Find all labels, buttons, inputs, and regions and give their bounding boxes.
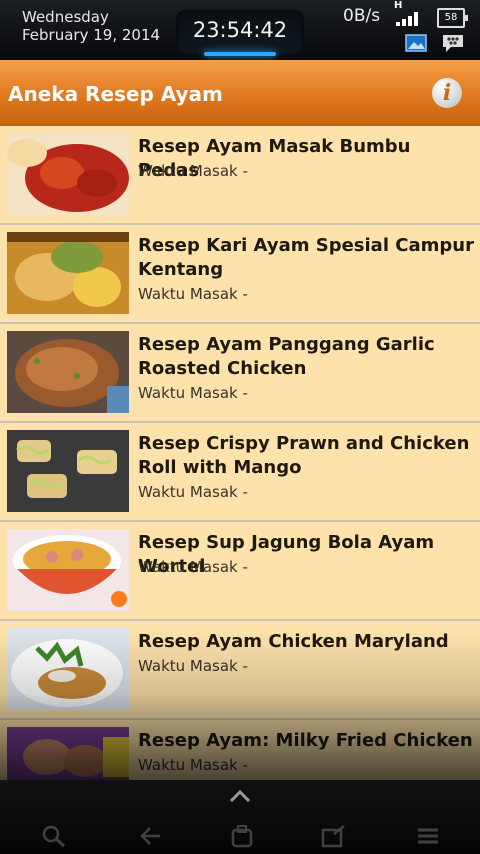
battery-icon: 58 — [437, 8, 468, 28]
clock-glow — [204, 52, 276, 56]
recipe-time: Waktu Masak - — [138, 162, 248, 180]
picture-notification-icon[interactable] — [405, 34, 427, 52]
recipe-item-kari-ayam[interactable]: Resep Kari Ayam Spesial Campur Kentang W… — [0, 225, 480, 324]
recipe-time: Waktu Masak - — [138, 756, 248, 774]
back-icon[interactable] — [136, 824, 164, 848]
signal-icon — [396, 12, 418, 26]
page-title: Aneka Resep Ayam — [8, 82, 223, 106]
recipe-name: Resep Ayam Panggang Garlic Roasted Chick… — [138, 334, 435, 379]
recipe-item-ayam-masak-bumbu-pedas[interactable]: Resep Ayam Masak Bumbu Pedas Waktu Masak… — [0, 126, 480, 225]
bbm-notification-icon[interactable] — [441, 33, 465, 53]
recipe-item-sup-jagung[interactable]: Resep Sup Jagung Bola Ayam Wortel Waktu … — [0, 522, 480, 621]
recipe-time: Waktu Masak - — [138, 285, 248, 303]
battery-level: 58 — [444, 12, 458, 23]
network-speed: 0B/s — [343, 6, 381, 26]
recipe-thumbnail — [7, 232, 129, 314]
recipe-thumbnail — [7, 628, 129, 710]
recipe-thumbnail — [7, 133, 129, 215]
recipe-thumbnail — [7, 727, 129, 786]
day-label: Wednesday — [22, 8, 109, 26]
recipe-name: Resep Kari Ayam Spesial Campur Kentang — [138, 235, 474, 280]
recipe-name: Resep Ayam: Milky Fried Chicken — [138, 730, 473, 751]
recipe-thumbnail — [7, 430, 129, 512]
recipe-name: Resep Ayam Chicken Maryland — [138, 631, 449, 652]
clock-label: 23:54:42 — [192, 18, 288, 42]
recipe-item-milky-fried-chicken[interactable]: Resep Ayam: Milky Fried Chicken Waktu Ma… — [0, 720, 480, 786]
status-bar: Wednesday February 19, 2014 23:54:42 0B/… — [0, 0, 480, 60]
recipe-name: Resep Crispy Prawn and Chicken Roll with… — [138, 433, 470, 478]
recipe-time: Waktu Masak - — [138, 483, 248, 501]
recipe-time: Waktu Masak - — [138, 384, 248, 402]
share-icon[interactable] — [320, 824, 348, 848]
bottom-nav-bar — [0, 780, 480, 854]
recipe-time: Waktu Masak - — [138, 657, 248, 675]
menu-icon[interactable] — [414, 824, 442, 848]
recipe-item-chicken-maryland[interactable]: Resep Ayam Chicken Maryland Waktu Masak … — [0, 621, 480, 720]
date-label: February 19, 2014 — [22, 26, 161, 44]
app-header: Aneka Resep Ayam — [0, 60, 480, 126]
info-icon[interactable]: i — [432, 78, 462, 108]
recipe-thumbnail — [7, 529, 129, 611]
chevron-up-icon[interactable] — [228, 788, 252, 804]
recipe-time: Waktu Masak - — [138, 558, 248, 576]
recipe-item-crispy-prawn[interactable]: Resep Crispy Prawn and Chicken Roll with… — [0, 423, 480, 522]
clock-widget: 23:54:42 — [176, 10, 304, 56]
recipe-thumbnail — [7, 331, 129, 413]
recipe-item-ayam-panggang[interactable]: Resep Ayam Panggang Garlic Roasted Chick… — [0, 324, 480, 423]
recipe-list[interactable]: Resep Ayam Masak Bumbu Pedas Waktu Masak… — [0, 126, 480, 786]
search-icon[interactable] — [40, 824, 68, 848]
date-display: Wednesday February 19, 2014 — [22, 8, 160, 44]
home-icon[interactable] — [228, 824, 256, 848]
